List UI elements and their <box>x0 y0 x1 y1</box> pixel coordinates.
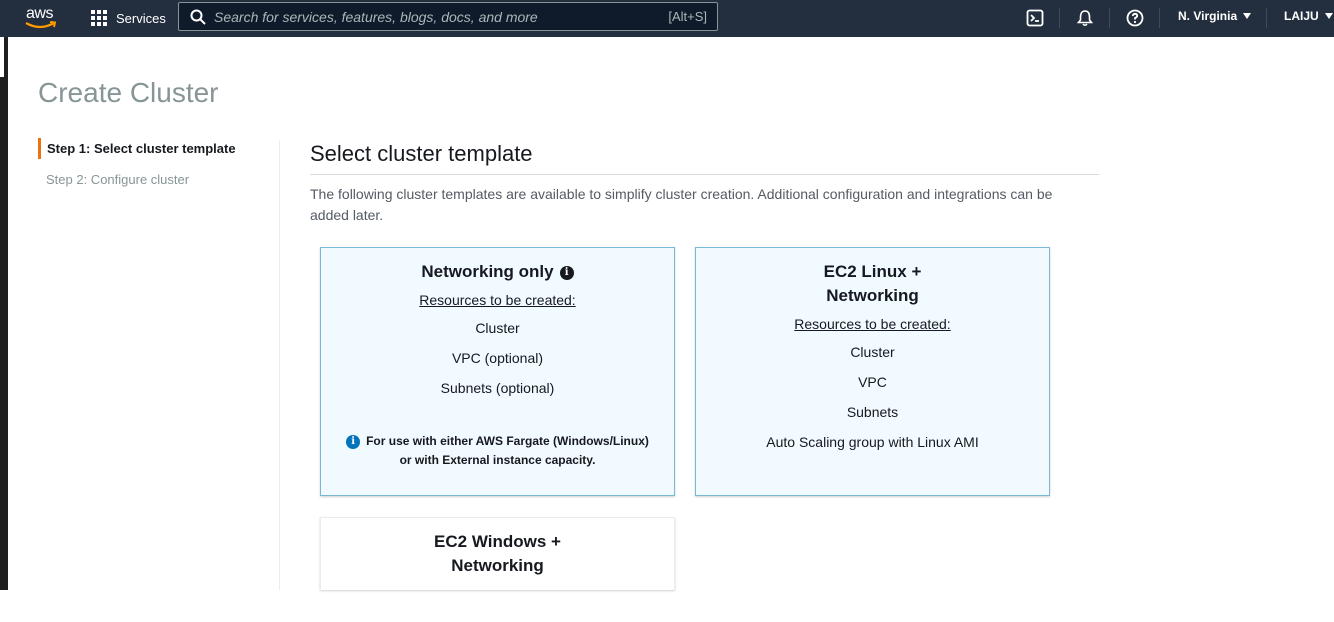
card-note: i For use with either AWS Fargate (Window… <box>321 432 674 451</box>
section-title: Select cluster template <box>310 141 533 166</box>
services-grid-icon <box>91 9 108 27</box>
left-edge-highlight <box>0 37 4 77</box>
search-box[interactable]: [Alt+S] <box>178 2 718 31</box>
search-shortcut-hint: [Alt+S] <box>668 9 707 24</box>
resource-item: Cluster <box>850 344 895 360</box>
nav-divider <box>1266 8 1267 28</box>
caret-down-icon <box>1324 13 1333 19</box>
steps-divider <box>279 140 280 590</box>
card-title-line1: EC2 Linux + <box>823 262 922 281</box>
services-label: Services <box>116 10 166 26</box>
card-note-line2: or with External instance capacity. <box>399 453 596 467</box>
left-edge-strip <box>0 37 8 590</box>
user-label: LAIJU <box>1284 9 1319 23</box>
card-title-line2: Networking <box>451 556 544 575</box>
region-selector[interactable]: N. Virginia <box>1178 9 1252 23</box>
resource-item: VPC (optional) <box>451 350 544 366</box>
aws-smile-icon <box>25 21 57 29</box>
bell-icon <box>1076 10 1094 27</box>
account-menu[interactable]: LAIJU <box>1284 9 1333 23</box>
nav-divider <box>1109 8 1110 28</box>
services-menu[interactable]: Services <box>91 8 166 28</box>
info-icon[interactable]: i <box>559 265 574 280</box>
resources-label: Resources to be created: <box>419 292 576 308</box>
top-navigation-bar: aws Services [Alt+S] <box>0 0 1334 37</box>
notifications-button[interactable] <box>1074 7 1096 29</box>
search-icon <box>190 9 206 25</box>
cloudshell-icon <box>1026 9 1044 27</box>
search-input[interactable] <box>214 8 644 25</box>
resource-item: Cluster <box>475 320 520 336</box>
nav-divider <box>1159 8 1160 28</box>
caret-down-icon <box>1243 13 1252 19</box>
template-card-networking-only[interactable]: Networking only i Resources to be created… <box>320 247 675 496</box>
card-title-line1: EC2 Windows + <box>434 532 561 551</box>
resources-label: Resources to be created: <box>794 316 951 332</box>
step-1-link[interactable]: Step 1: Select cluster template <box>38 138 280 159</box>
cloudshell-button[interactable] <box>1024 7 1046 29</box>
resource-item: Subnets <box>846 404 899 420</box>
page-title: Create Cluster <box>38 77 219 108</box>
template-card-ec2-windows[interactable]: EC2 Windows + Networking <box>320 517 675 590</box>
help-icon <box>1126 9 1144 27</box>
region-label: N. Virginia <box>1178 9 1238 23</box>
resource-item: VPC <box>858 374 887 390</box>
card-title-text: Networking only <box>421 262 554 281</box>
card-title-line2: Networking <box>826 286 919 305</box>
card-note-line1: For use with either AWS Fargate (Windows… <box>366 434 649 448</box>
card-title: Networking only i <box>321 260 674 284</box>
aws-logo[interactable]: aws <box>24 5 60 31</box>
section-divider <box>310 174 1099 175</box>
template-card-ec2-linux[interactable]: EC2 Linux + Networking Resources to be c… <box>695 247 1050 496</box>
resource-item: Subnets (optional) <box>440 380 555 396</box>
resource-item: Auto Scaling group with Linux AMI <box>766 434 979 450</box>
info-icon: i <box>346 434 361 449</box>
nav-divider <box>1059 8 1060 28</box>
wizard-steps: Step 1: Select cluster template Step 2: … <box>38 138 280 187</box>
help-button[interactable] <box>1124 7 1146 29</box>
section-description: The following cluster templates are avai… <box>310 186 1053 223</box>
step-2-link[interactable]: Step 2: Configure cluster <box>38 172 280 187</box>
